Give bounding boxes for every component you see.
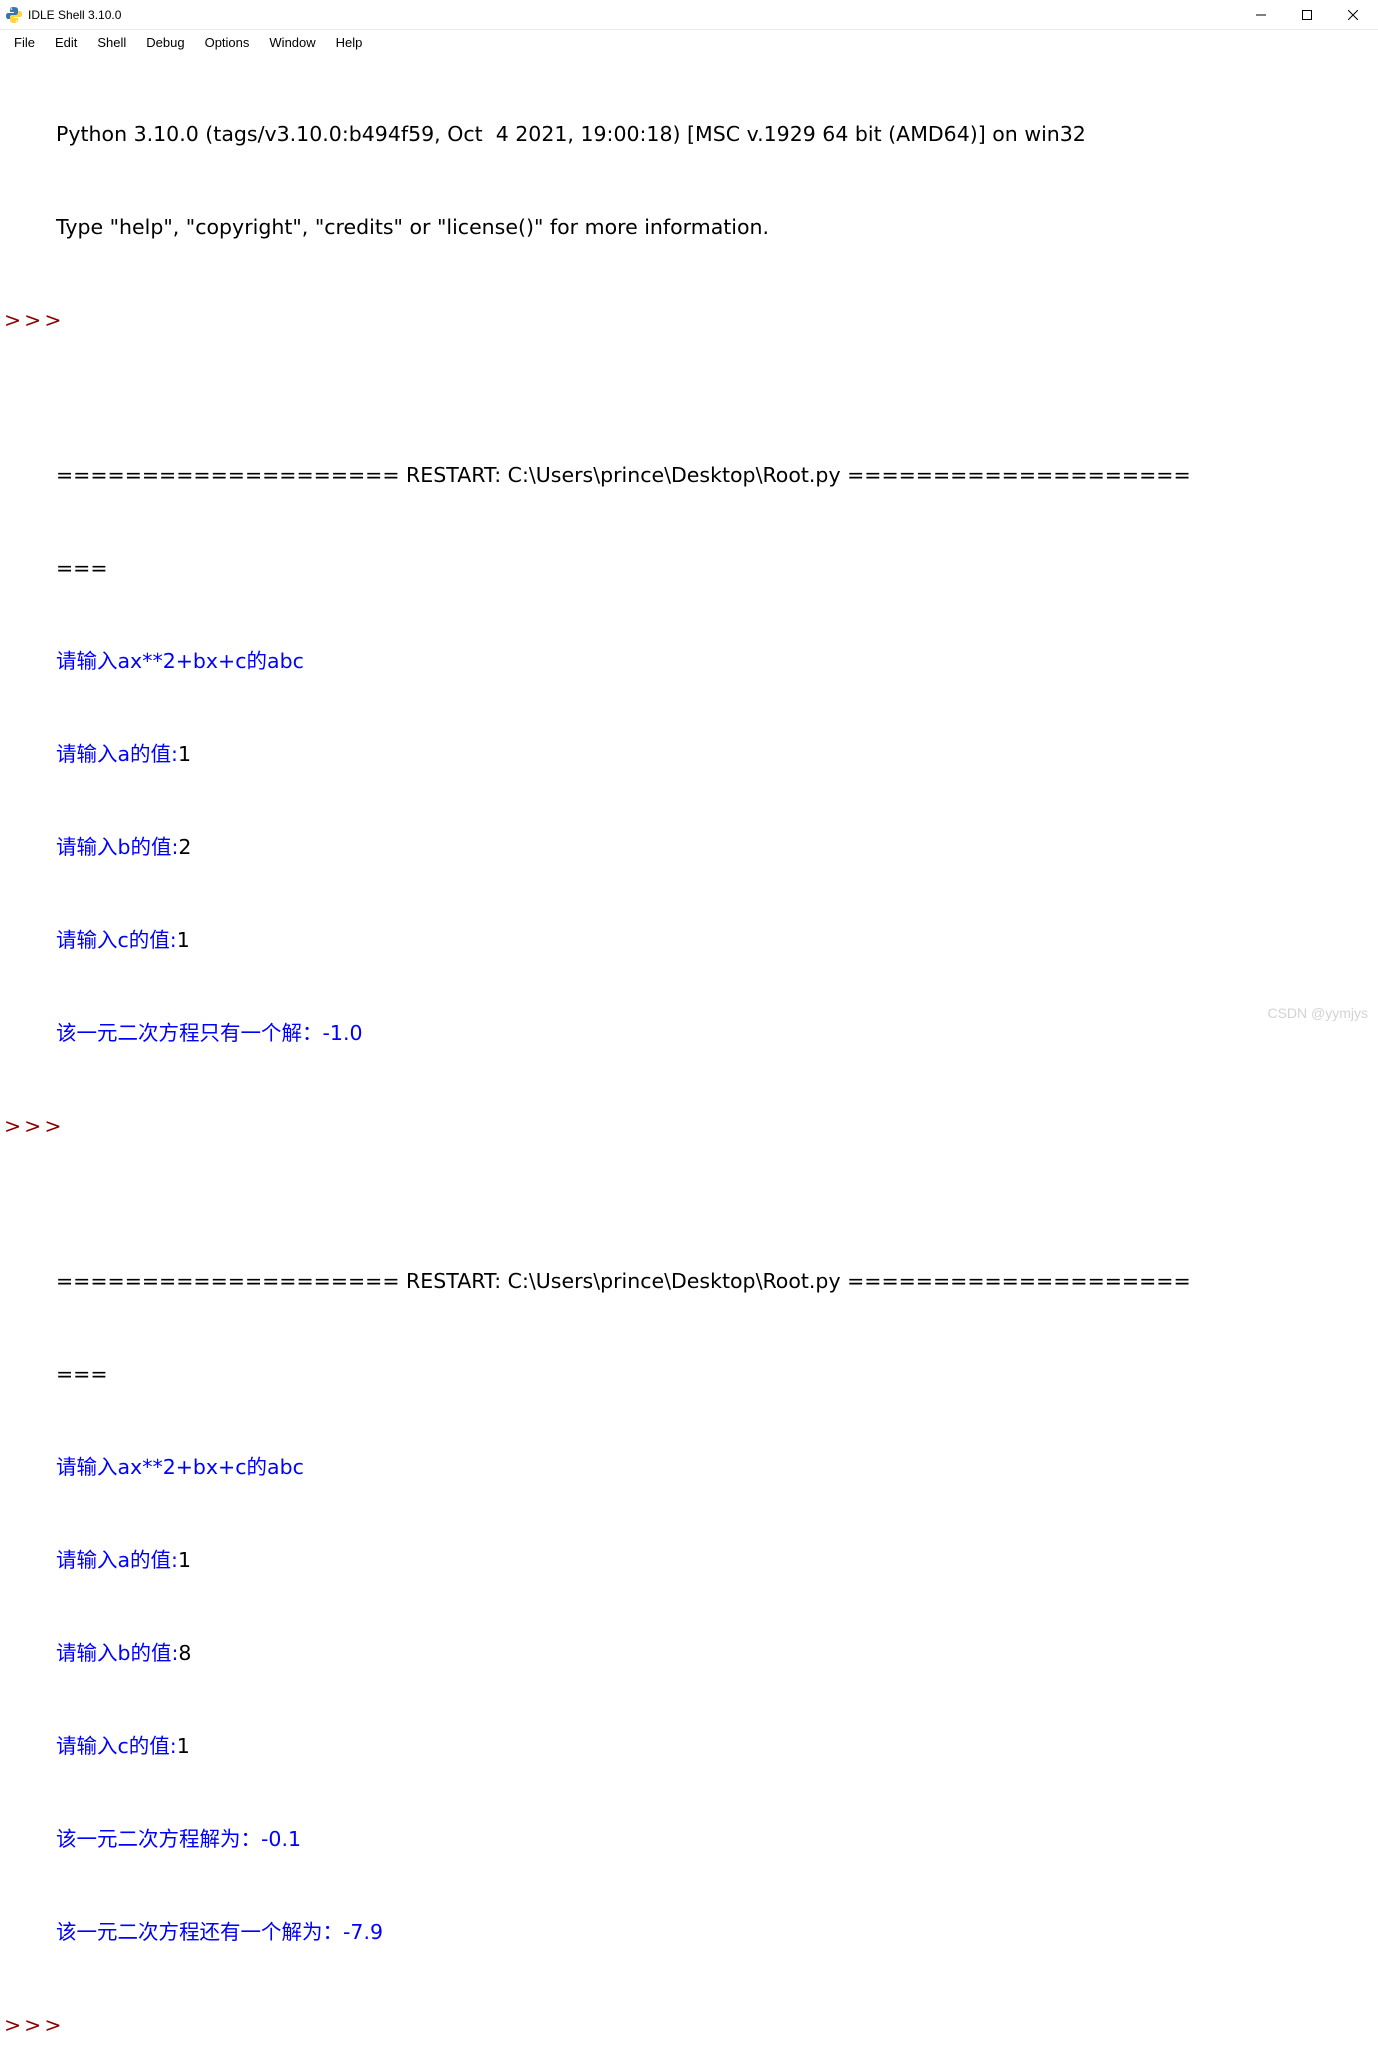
menu-debug[interactable]: Debug xyxy=(136,33,194,52)
shell-prompt: >>> xyxy=(0,305,56,336)
restart-line: ==================== RESTART: C:\Users\p… xyxy=(56,1266,1378,1297)
prompt-b: 请输入b的值: xyxy=(56,1641,178,1665)
prompt-c: 请输入c的值: xyxy=(56,1734,177,1758)
close-button[interactable] xyxy=(1330,0,1376,30)
menu-file[interactable]: File xyxy=(4,33,45,52)
prompt-c: 请输入c的值: xyxy=(56,928,177,952)
maximize-button[interactable] xyxy=(1284,0,1330,30)
input-c: 1 xyxy=(177,1734,190,1758)
app-icon xyxy=(6,7,22,23)
prompt-a: 请输入a的值: xyxy=(56,742,178,766)
input-c: 1 xyxy=(177,928,190,952)
menu-window[interactable]: Window xyxy=(259,33,325,52)
prompt-abc: 请输入ax**2+bx+c的abc xyxy=(56,1452,1378,1483)
menu-options[interactable]: Options xyxy=(195,33,260,52)
help-line: Type "help", "copyright", "credits" or "… xyxy=(56,212,1378,243)
menu-help[interactable]: Help xyxy=(326,33,373,52)
prompt-b: 请输入b的值: xyxy=(56,835,178,859)
version-line: Python 3.10.0 (tags/v3.10.0:b494f59, Oct… xyxy=(56,119,1378,150)
menu-shell[interactable]: Shell xyxy=(87,33,136,52)
shell-output[interactable]: Python 3.10.0 (tags/v3.10.0:b494f59, Oct… xyxy=(0,54,1378,2054)
result-line: 该一元二次方程只有一个解：-1.0 xyxy=(56,1018,1378,1049)
window-title: IDLE Shell 3.10.0 xyxy=(28,8,1238,22)
input-b: 2 xyxy=(178,835,191,859)
input-b: 8 xyxy=(178,1641,191,1665)
menubar: File Edit Shell Debug Options Window Hel… xyxy=(0,30,1378,54)
shell-prompt: >>> xyxy=(0,2010,56,2041)
prompt-abc: 请输入ax**2+bx+c的abc xyxy=(56,646,1378,677)
titlebar: IDLE Shell 3.10.0 xyxy=(0,0,1378,30)
prompt-a: 请输入a的值: xyxy=(56,1548,178,1572)
result-line: 该一元二次方程解为：-0.1 xyxy=(56,1824,1378,1855)
input-a: 1 xyxy=(178,1548,191,1572)
input-a: 1 xyxy=(178,742,191,766)
result-line: 该一元二次方程还有一个解为：-7.9 xyxy=(56,1917,1378,1948)
shell-prompt: >>> xyxy=(0,1111,56,1142)
restart-wrap: === xyxy=(56,553,1378,584)
minimize-button[interactable] xyxy=(1238,0,1284,30)
window-controls xyxy=(1238,0,1376,30)
restart-wrap: === xyxy=(56,1359,1378,1390)
menu-edit[interactable]: Edit xyxy=(45,33,87,52)
restart-line: ==================== RESTART: C:\Users\p… xyxy=(56,460,1378,491)
watermark: CSDN @yymjys xyxy=(1267,1005,1368,1021)
